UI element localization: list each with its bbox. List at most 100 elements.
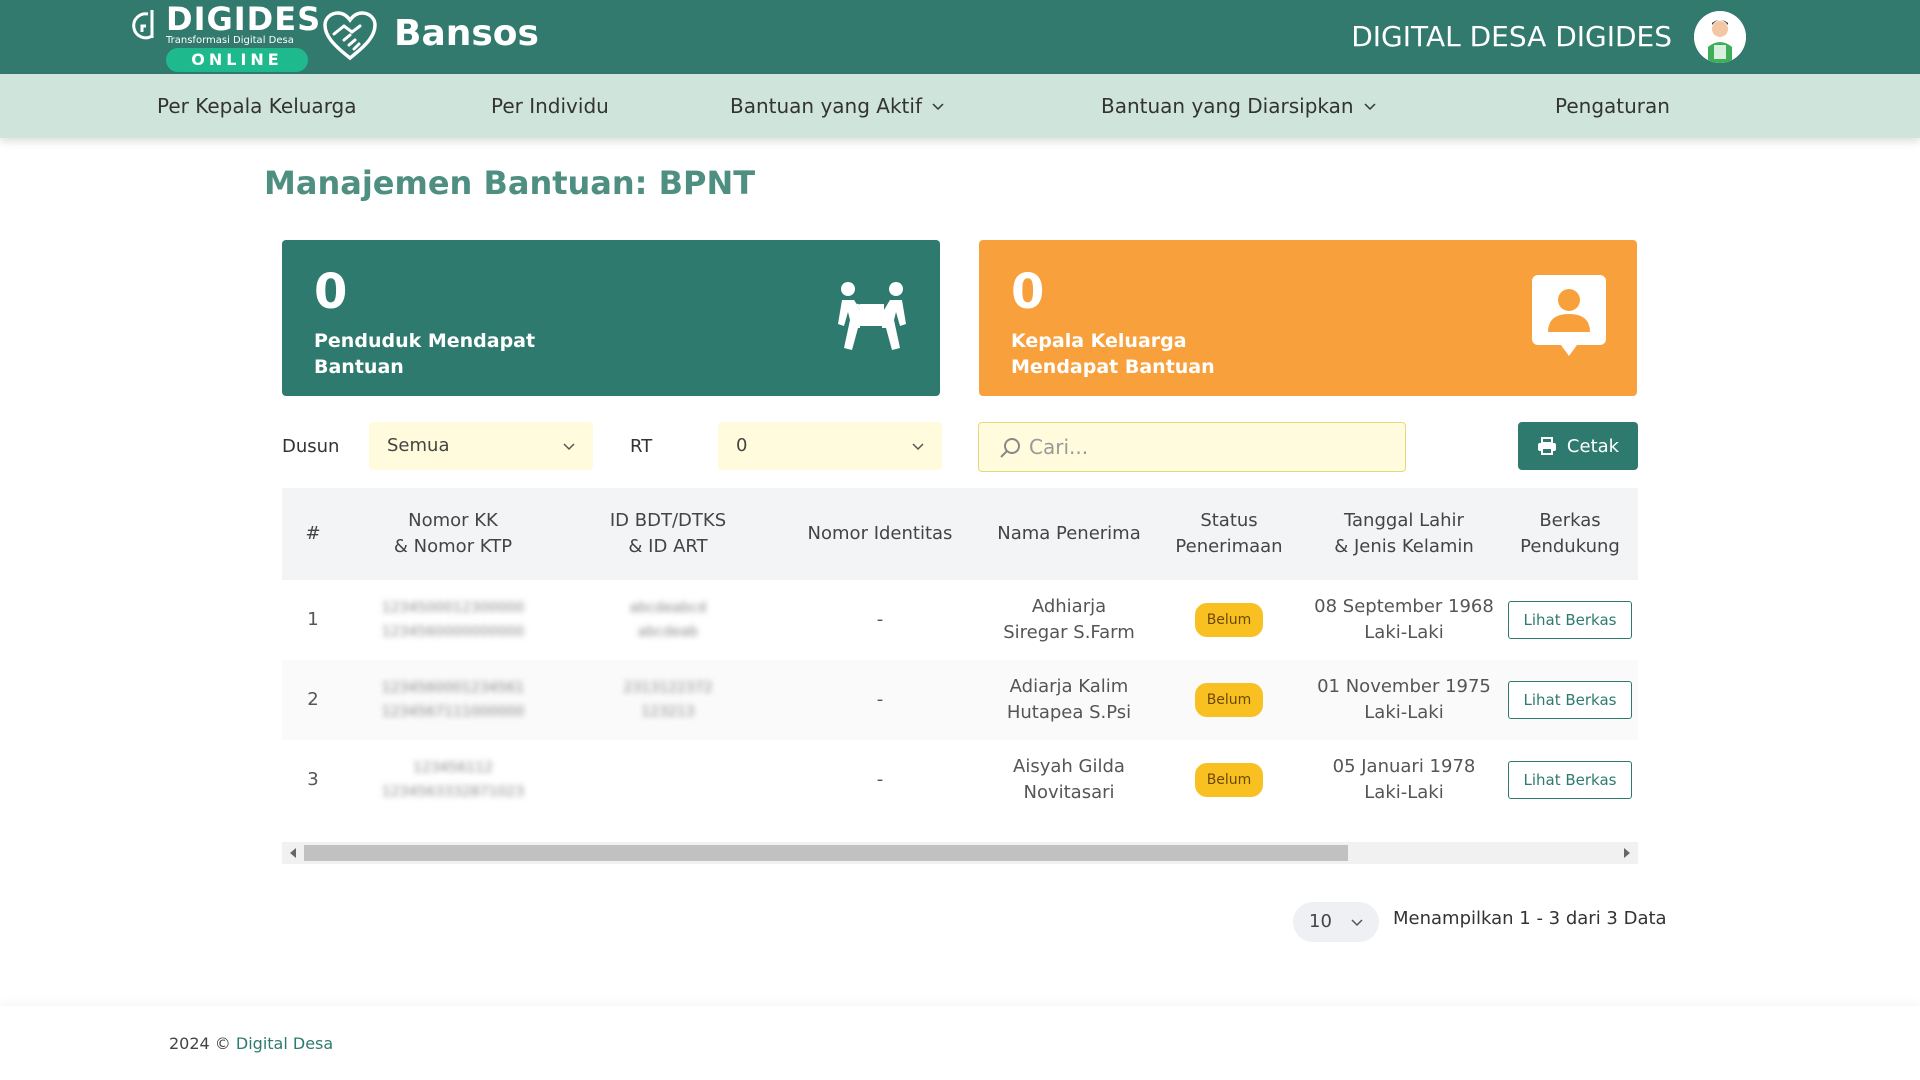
app-title: Bansos <box>394 13 539 54</box>
organization-name: DIGITAL DESA DIGIDES <box>1351 20 1672 53</box>
nav-label: Bantuan yang Diarsipkan <box>1101 94 1354 118</box>
chevron-down-icon <box>563 443 575 451</box>
cell-tanggal-lahir: 01 November 1975 Laki-Laki <box>1317 676 1491 723</box>
handshake-heart-icon <box>323 11 377 61</box>
col-berkas[interactable]: Berkas Pendukung <box>1502 488 1638 580</box>
page-title: Manajemen Bantuan: BPNT <box>264 164 756 202</box>
nav-label: Per Kepala Keluarga <box>157 94 357 118</box>
cell-number: 2 <box>307 689 319 710</box>
dusun-label: Dusun <box>282 436 340 457</box>
col-nomor-kk[interactable]: Nomor KK & Nomor KTP <box>344 488 562 580</box>
print-label: Cetak <box>1566 435 1620 457</box>
main-navigation: Per Kepala Keluarga Per Individu Bantuan… <box>0 74 1920 138</box>
dusun-select[interactable]: Semua <box>369 422 593 470</box>
chevron-down-icon <box>1351 919 1363 927</box>
nav-pengaturan[interactable]: Pengaturan <box>1555 94 1670 118</box>
table-row: 1 1234500012300000 1234560000000000 abcde… <box>282 580 1638 660</box>
col-nomor-identitas[interactable]: Nomor Identitas <box>774 488 986 580</box>
footer-copyright: 2024 © Digital Desa <box>169 1034 334 1053</box>
cell-nama-penerima: Adhiarja Siregar S.Farm <box>1003 596 1135 643</box>
cell-berkas: Lihat Berkas <box>1502 740 1638 820</box>
cell-tanggal-lahir: 08 September 1968 Laki-Laki <box>1314 596 1494 643</box>
chevron-down-icon <box>912 443 924 451</box>
scroll-left-arrow-icon[interactable] <box>290 848 296 858</box>
logo-word: DIGIDES <box>166 0 322 38</box>
page-size-value: 10 <box>1309 911 1332 932</box>
status-badge: Belum <box>1194 603 1264 637</box>
status-badge: Belum <box>1194 683 1264 717</box>
col-status[interactable]: Status Penerimaan <box>1152 488 1306 580</box>
col-number[interactable]: # <box>282 488 344 580</box>
lihat-berkas-button[interactable]: Lihat Berkas <box>1508 761 1632 799</box>
page-footer: 2024 © Digital Desa <box>0 1006 1920 1080</box>
nav-per-kepala-keluarga[interactable]: Per Kepala Keluarga <box>157 94 357 118</box>
cell-berkas: Lihat Berkas <box>1502 580 1638 660</box>
col-nama-penerima[interactable]: Nama Penerima <box>986 488 1152 580</box>
cell-id-bdt: 2313122372 123213 <box>623 680 713 720</box>
stat-value: 0 <box>314 264 348 320</box>
nav-bantuan-aktif[interactable]: Bantuan yang Aktif <box>730 94 944 118</box>
lihat-berkas-button[interactable]: Lihat Berkas <box>1508 681 1632 719</box>
cell-status: Belum <box>1152 740 1306 820</box>
cell-nama-penerima: Adiarja Kalim Hutapea S.Psi <box>1006 676 1132 723</box>
rt-select[interactable]: 0 <box>718 422 942 470</box>
avatar-illustration <box>1694 11 1746 63</box>
cell-id-bdt <box>562 740 774 820</box>
cell-berkas: Lihat Berkas <box>1502 660 1638 740</box>
print-button[interactable]: Cetak <box>1518 422 1638 470</box>
nav-label: Pengaturan <box>1555 94 1670 118</box>
cell-number: 1 <box>307 609 319 630</box>
cell-id-bdt: abcdeabcd abcdeab <box>629 600 707 640</box>
stat-label: Kepala Keluarga Mendapat Bantuan <box>1011 330 1215 378</box>
status-badge: Belum <box>1194 763 1264 797</box>
cell-nomor-identitas: - <box>876 609 884 630</box>
stat-card-kepala-keluarga: 0 Kepala Keluarga Mendapat Bantuan <box>979 240 1637 396</box>
stat-value: 0 <box>1011 264 1045 320</box>
chevron-down-icon <box>932 103 944 111</box>
rt-label: RT <box>630 436 653 457</box>
user-profile-icon <box>1532 275 1606 356</box>
col-id-bdt[interactable]: ID BDT/DTKS & ID ART <box>562 488 774 580</box>
stat-label: Penduduk Mendapat Bantuan <box>314 330 536 378</box>
scrollbar-thumb[interactable] <box>304 845 1348 861</box>
lihat-berkas-button[interactable]: Lihat Berkas <box>1508 601 1632 639</box>
chevron-down-icon <box>1364 103 1376 111</box>
cell-nama-penerima: Aisyah Gilda Novitasari <box>1013 756 1125 803</box>
cell-nomor-kk: 1234500012300000 1234560000000000 <box>381 600 525 640</box>
rt-selected-value: 0 <box>736 435 748 456</box>
nav-label: Bantuan yang Aktif <box>730 94 922 118</box>
search-input[interactable] <box>1029 423 1389 471</box>
table-horizontal-scrollbar[interactable] <box>282 842 1638 864</box>
cell-nomor-identitas: - <box>876 769 884 790</box>
table-row: 3 123456112 1234563332871023 - Aisyah Gil… <box>282 740 1638 820</box>
cell-number: 3 <box>307 769 319 790</box>
footer-digital-desa-link[interactable]: Digital Desa <box>236 1034 333 1053</box>
nav-per-individu[interactable]: Per Individu <box>491 94 609 118</box>
user-avatar[interactable] <box>1694 11 1746 63</box>
pagination-info: Menampilkan 1 - 3 dari 3 Data <box>1393 908 1667 929</box>
search-icon <box>1000 438 1020 458</box>
digides-g-icon <box>132 10 154 40</box>
scroll-right-arrow-icon[interactable] <box>1624 848 1630 858</box>
stat-card-penduduk: 0 Penduduk Mendapat Bantuan <box>282 240 940 396</box>
page-size-select[interactable]: 10 <box>1293 902 1379 942</box>
people-carrying-box-icon <box>838 282 906 350</box>
cell-status: Belum <box>1152 580 1306 660</box>
cell-nomor-kk: 123456112 1234563332871023 <box>381 760 525 800</box>
nav-bantuan-diarsipkan[interactable]: Bantuan yang Diarsipkan <box>1101 94 1376 118</box>
nav-label: Per Individu <box>491 94 609 118</box>
col-tanggal-lahir[interactable]: Tanggal Lahir & Jenis Kelamin <box>1306 488 1502 580</box>
cell-status: Belum <box>1152 660 1306 740</box>
printer-icon <box>1537 437 1556 455</box>
dusun-selected-value: Semua <box>387 435 450 456</box>
logo-online-badge: ONLINE <box>166 48 308 72</box>
digides-logo[interactable]: DIGIDES Transformasi Digital Desa ONLINE <box>130 2 320 72</box>
app-header: DIGIDES Transformasi Digital Desa ONLINE… <box>0 0 1920 74</box>
table-row: 2 1234560001234561 1234567111000000 23131… <box>282 660 1638 740</box>
cell-nomor-kk: 1234560001234561 1234567111000000 <box>381 680 525 720</box>
cell-tanggal-lahir: 05 Januari 1978 Laki-Laki <box>1332 756 1476 803</box>
cell-nomor-identitas: - <box>876 689 884 710</box>
search-box <box>978 422 1406 472</box>
table-header: # Nomor KK & Nomor KTP ID BDT/DTKS & ID … <box>282 488 1638 580</box>
logo-tagline: Transformasi Digital Desa <box>166 35 294 46</box>
